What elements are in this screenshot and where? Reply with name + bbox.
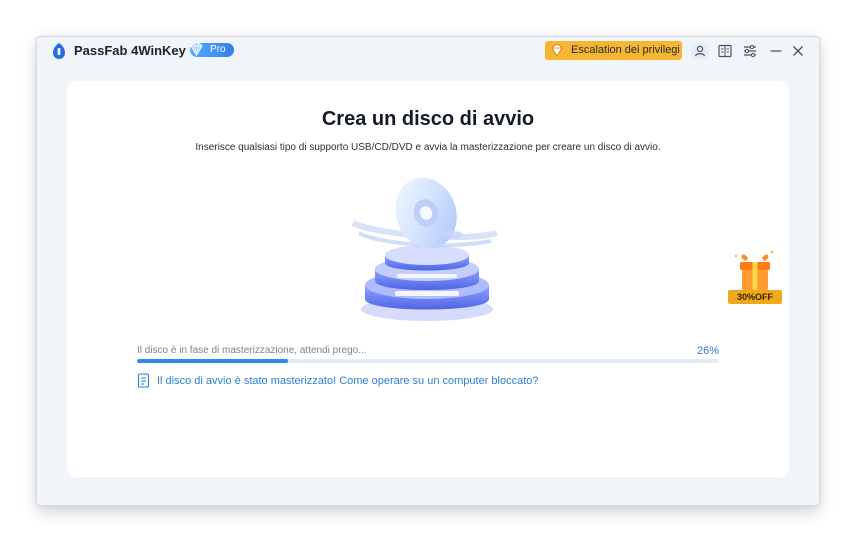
close-icon[interactable] xyxy=(789,42,807,60)
pro-badge-label: Pro xyxy=(210,44,226,55)
progress-percent: 26% xyxy=(696,345,719,357)
page-subtitle: Inserisce qualsiasi tipo di supporto USB… xyxy=(195,142,661,153)
document-icon xyxy=(137,373,150,388)
help-link[interactable]: Il disco di avvio è stato masterizzato! … xyxy=(157,375,539,388)
pro-badge: Pro xyxy=(190,42,234,57)
app-window: PassFab 4WinKey Pro Escalation dei privi… xyxy=(36,36,820,506)
promo-gift[interactable]: 30%OFF xyxy=(726,248,784,310)
user-icon[interactable] xyxy=(691,42,709,60)
crown-icon xyxy=(551,44,563,57)
progress-bar xyxy=(137,359,719,363)
app-logo-icon xyxy=(53,43,65,59)
disc-burning-illustration xyxy=(351,177,498,321)
content-card: Crea un disco di avvio Inserisce qualsia… xyxy=(67,81,789,477)
page-title: Crea un disco di avvio xyxy=(321,108,535,130)
minimize-icon[interactable] xyxy=(767,42,785,60)
progress-status: Il disco è in fase di masterizzazione, a… xyxy=(137,345,367,356)
gift-icon xyxy=(734,250,774,290)
feedback-icon[interactable] xyxy=(716,42,734,60)
app-name: PassFab 4WinKey xyxy=(74,43,186,58)
escalation-button[interactable]: Escalation dei privilegi xyxy=(545,41,682,60)
progress-fill xyxy=(137,359,289,363)
escalation-label: Escalation dei privilegi xyxy=(571,44,680,56)
diamond-icon xyxy=(190,42,203,56)
title-bar: PassFab 4WinKey Pro Escalation dei privi… xyxy=(37,37,819,65)
promo-label: 30%OFF xyxy=(728,290,782,304)
settings-icon[interactable] xyxy=(741,42,759,60)
